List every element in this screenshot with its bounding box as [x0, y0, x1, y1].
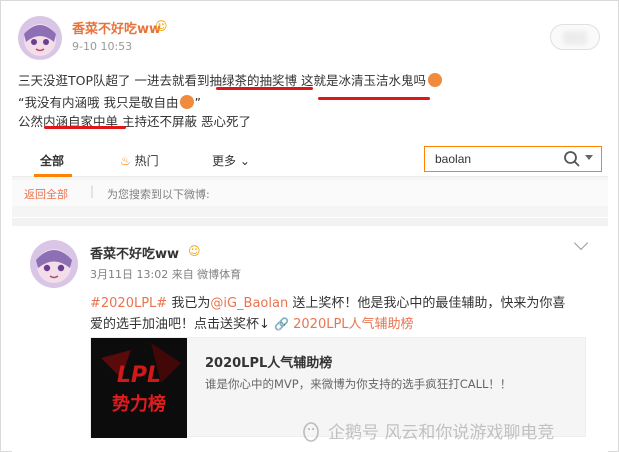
breadcrumb-separator: |: [90, 184, 95, 198]
tab-all[interactable]: 全部: [40, 152, 64, 169]
search-result-label: 为您搜索到以下微博:: [107, 188, 210, 201]
hashtag-link[interactable]: #2020LPL#: [90, 296, 167, 311]
caret-down-icon[interactable]: [585, 155, 593, 160]
tab-hot[interactable]: ♨ 热门: [120, 152, 159, 169]
breadcrumb: 返回全部 | 为您搜索到以下微博:: [12, 180, 608, 206]
post-timestamp[interactable]: 9-10 10:53: [72, 40, 132, 53]
highlight-underline: [216, 87, 313, 90]
topic-description: 谁是你心中的MVP，来微博为你支持的选手疯狂打CALL！！: [205, 377, 512, 391]
emoji-icon: [180, 95, 195, 109]
user-name[interactable]: 香菜不好吃ww: [72, 18, 161, 37]
topic-thumbnail: LPL 势力榜: [91, 338, 187, 438]
card-user-name[interactable]: 香菜不好吃ww: [90, 243, 179, 262]
user-avatar[interactable]: [18, 16, 62, 60]
topic-title: 2020LPL人气辅助榜: [205, 356, 333, 371]
lpl-logo-text: LPL: [117, 363, 161, 388]
highlight-underline: [318, 97, 430, 100]
mention-link[interactable]: @iG_Baolan: [210, 296, 288, 311]
topic-link[interactable]: 2020LPL人气辅助榜: [293, 317, 413, 332]
watermark: 企鹅号 风云和你说游戏聊电竞: [300, 418, 554, 443]
badge-icon: ☺: [155, 19, 168, 33]
search-value: baolan: [435, 152, 472, 166]
link-icon: 🔗: [274, 317, 289, 331]
card-post-meta[interactable]: 3月11日 13:02 来自 微博体育: [90, 266, 241, 282]
post-text-line: “我没有内涵哦 我只是敬自由”: [18, 95, 201, 110]
back-all-link[interactable]: 返回全部: [24, 186, 68, 202]
card-post-text: #2020LPL# 我已为@iG_Baolan 送上奖杯！他是我心中的最佳辅助，…: [90, 296, 566, 311]
active-tab-indicator: [34, 174, 72, 177]
follow-button[interactable]: [550, 24, 600, 50]
emoji-icon: [427, 73, 442, 87]
search-input[interactable]: baolan: [424, 146, 602, 172]
card-user-avatar[interactable]: [30, 240, 78, 288]
tab-more[interactable]: 更多 ⌄: [212, 152, 250, 169]
lpl-logo-subtext: 势力榜: [112, 393, 166, 415]
badge-icon: ☺: [188, 244, 201, 258]
highlight-underline: [44, 126, 126, 129]
search-icon[interactable]: [563, 150, 581, 168]
card-post-text: 爱的选手加油吧！点击送奖杯↓ 🔗 2020LPL人气辅助榜: [90, 317, 414, 332]
flame-icon: ♨: [120, 154, 131, 168]
penguin-icon: [303, 422, 319, 442]
chevron-down-icon: ⌄: [239, 154, 250, 168]
